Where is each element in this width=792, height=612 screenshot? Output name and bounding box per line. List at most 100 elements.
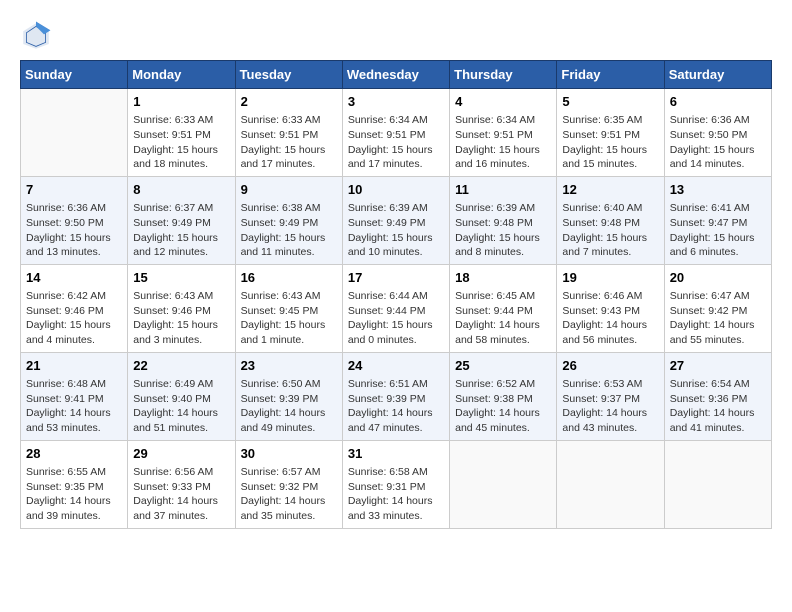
day-info: Sunrise: 6:43 AM Sunset: 9:46 PM Dayligh… <box>133 289 229 348</box>
day-number: 5 <box>562 93 658 111</box>
day-number: 13 <box>670 181 766 199</box>
calendar-table: SundayMondayTuesdayWednesdayThursdayFrid… <box>20 60 772 529</box>
day-number: 24 <box>348 357 444 375</box>
day-info: Sunrise: 6:34 AM Sunset: 9:51 PM Dayligh… <box>348 113 444 172</box>
calendar-cell: 9Sunrise: 6:38 AM Sunset: 9:49 PM Daylig… <box>235 176 342 264</box>
day-info: Sunrise: 6:40 AM Sunset: 9:48 PM Dayligh… <box>562 201 658 260</box>
calendar-cell: 27 Sunrise: 6:54 AM Sunset: 9:36 PM Dayli… <box>664 352 771 440</box>
calendar-header-friday: Friday <box>557 61 664 89</box>
calendar-week-2: 7 Sunrise: 6:36 AM Sunset: 9:50 PM Daylig… <box>21 176 772 264</box>
day-number: 16 <box>241 269 337 287</box>
calendar-week-4: 21 Sunrise: 6:48 AM Sunset: 9:41 PM Dayli… <box>21 352 772 440</box>
calendar-header-row: SundayMondayTuesdayWednesdayThursdayFrid… <box>21 61 772 89</box>
day-info: Sunrise: 6:58 AM Sunset: 9:31 PM Dayligh… <box>348 465 444 524</box>
calendar-cell: 10Sunrise: 6:39 AM Sunset: 9:49 PM Dayli… <box>342 176 449 264</box>
calendar-header-thursday: Thursday <box>450 61 557 89</box>
day-number: 19 <box>562 269 658 287</box>
day-number: 21 <box>26 357 122 375</box>
day-number: 27 <box>670 357 766 375</box>
calendar-cell: 13 Sunrise: 6:41 AM Sunset: 9:47 PM Dayli… <box>664 176 771 264</box>
page-header <box>20 20 772 52</box>
day-number: 14 <box>26 269 122 287</box>
day-info: Sunrise: 6:52 AM Sunset: 9:38 PM Dayligh… <box>455 377 551 436</box>
day-info: Sunrise: 6:55 AM Sunset: 9:35 PM Dayligh… <box>26 465 122 524</box>
day-info: Sunrise: 6:56 AM Sunset: 9:33 PM Dayligh… <box>133 465 229 524</box>
calendar-cell: 22 Sunrise: 6:49 AM Sunset: 9:40 PM Dayli… <box>128 352 235 440</box>
day-info: Sunrise: 6:36 AM Sunset: 9:50 PM Dayligh… <box>26 201 122 260</box>
day-number: 26 <box>562 357 658 375</box>
calendar-cell: 11 Sunrise: 6:39 AM Sunset: 9:48 PM Dayli… <box>450 176 557 264</box>
day-info: Sunrise: 6:42 AM Sunset: 9:46 PM Dayligh… <box>26 289 122 348</box>
day-number: 23 <box>241 357 337 375</box>
day-info: Sunrise: 6:47 AM Sunset: 9:42 PM Dayligh… <box>670 289 766 348</box>
day-number: 4 <box>455 93 551 111</box>
logo <box>20 20 56 52</box>
calendar-cell: 8Sunrise: 6:37 AM Sunset: 9:49 PM Daylig… <box>128 176 235 264</box>
day-number: 3 <box>348 93 444 111</box>
day-info: Sunrise: 6:57 AM Sunset: 9:32 PM Dayligh… <box>241 465 337 524</box>
day-number: 25 <box>455 357 551 375</box>
day-info: Sunrise: 6:34 AM Sunset: 9:51 PM Dayligh… <box>455 113 551 172</box>
day-number: 15 <box>133 269 229 287</box>
day-info: Sunrise: 6:43 AM Sunset: 9:45 PM Dayligh… <box>241 289 337 348</box>
day-number: 28 <box>26 445 122 463</box>
calendar-cell: 15 Sunrise: 6:43 AM Sunset: 9:46 PM Dayli… <box>128 264 235 352</box>
calendar-cell: 1 Sunrise: 6:33 AM Sunset: 9:51 PM Daylig… <box>128 89 235 177</box>
calendar-cell: 18Sunrise: 6:45 AM Sunset: 9:44 PM Dayli… <box>450 264 557 352</box>
day-info: Sunrise: 6:46 AM Sunset: 9:43 PM Dayligh… <box>562 289 658 348</box>
calendar-cell <box>21 89 128 177</box>
day-info: Sunrise: 6:36 AM Sunset: 9:50 PM Dayligh… <box>670 113 766 172</box>
calendar-cell: 3 Sunrise: 6:34 AM Sunset: 9:51 PM Daylig… <box>342 89 449 177</box>
day-number: 12 <box>562 181 658 199</box>
calendar-week-5: 28 Sunrise: 6:55 AM Sunset: 9:35 PM Dayli… <box>21 440 772 528</box>
calendar-cell: 29 Sunrise: 6:56 AM Sunset: 9:33 PM Dayli… <box>128 440 235 528</box>
day-number: 29 <box>133 445 229 463</box>
calendar-cell: 7 Sunrise: 6:36 AM Sunset: 9:50 PM Daylig… <box>21 176 128 264</box>
calendar-cell: 6Sunrise: 6:36 AM Sunset: 9:50 PM Daylig… <box>664 89 771 177</box>
calendar-cell: 17 Sunrise: 6:44 AM Sunset: 9:44 PM Dayli… <box>342 264 449 352</box>
calendar-cell <box>664 440 771 528</box>
day-info: Sunrise: 6:45 AM Sunset: 9:44 PM Dayligh… <box>455 289 551 348</box>
calendar-header-sunday: Sunday <box>21 61 128 89</box>
calendar-cell: 19 Sunrise: 6:46 AM Sunset: 9:43 PM Dayli… <box>557 264 664 352</box>
day-info: Sunrise: 6:37 AM Sunset: 9:49 PM Dayligh… <box>133 201 229 260</box>
day-info: Sunrise: 6:50 AM Sunset: 9:39 PM Dayligh… <box>241 377 337 436</box>
calendar-cell: 31 Sunrise: 6:58 AM Sunset: 9:31 PM Dayli… <box>342 440 449 528</box>
day-number: 10 <box>348 181 444 199</box>
day-number: 31 <box>348 445 444 463</box>
day-info: Sunrise: 6:33 AM Sunset: 9:51 PM Dayligh… <box>133 113 229 172</box>
day-info: Sunrise: 6:39 AM Sunset: 9:48 PM Dayligh… <box>455 201 551 260</box>
day-info: Sunrise: 6:49 AM Sunset: 9:40 PM Dayligh… <box>133 377 229 436</box>
day-info: Sunrise: 6:41 AM Sunset: 9:47 PM Dayligh… <box>670 201 766 260</box>
calendar-cell: 23 Sunrise: 6:50 AM Sunset: 9:39 PM Dayli… <box>235 352 342 440</box>
calendar-week-1: 1 Sunrise: 6:33 AM Sunset: 9:51 PM Daylig… <box>21 89 772 177</box>
calendar-header-wednesday: Wednesday <box>342 61 449 89</box>
calendar-cell: 14 Sunrise: 6:42 AM Sunset: 9:46 PM Dayli… <box>21 264 128 352</box>
day-info: Sunrise: 6:44 AM Sunset: 9:44 PM Dayligh… <box>348 289 444 348</box>
calendar-week-3: 14 Sunrise: 6:42 AM Sunset: 9:46 PM Dayli… <box>21 264 772 352</box>
calendar-cell: 4 Sunrise: 6:34 AM Sunset: 9:51 PM Daylig… <box>450 89 557 177</box>
day-number: 20 <box>670 269 766 287</box>
calendar-cell: 28 Sunrise: 6:55 AM Sunset: 9:35 PM Dayli… <box>21 440 128 528</box>
day-number: 22 <box>133 357 229 375</box>
day-number: 11 <box>455 181 551 199</box>
calendar-cell <box>450 440 557 528</box>
calendar-cell: 2Sunrise: 6:33 AM Sunset: 9:51 PM Daylig… <box>235 89 342 177</box>
day-info: Sunrise: 6:38 AM Sunset: 9:49 PM Dayligh… <box>241 201 337 260</box>
day-info: Sunrise: 6:54 AM Sunset: 9:36 PM Dayligh… <box>670 377 766 436</box>
calendar-cell <box>557 440 664 528</box>
day-info: Sunrise: 6:51 AM Sunset: 9:39 PM Dayligh… <box>348 377 444 436</box>
day-number: 17 <box>348 269 444 287</box>
calendar-header-monday: Monday <box>128 61 235 89</box>
day-info: Sunrise: 6:35 AM Sunset: 9:51 PM Dayligh… <box>562 113 658 172</box>
logo-icon <box>20 20 52 52</box>
day-info: Sunrise: 6:53 AM Sunset: 9:37 PM Dayligh… <box>562 377 658 436</box>
calendar-header-saturday: Saturday <box>664 61 771 89</box>
day-number: 7 <box>26 181 122 199</box>
calendar-cell: 12 Sunrise: 6:40 AM Sunset: 9:48 PM Dayli… <box>557 176 664 264</box>
day-number: 1 <box>133 93 229 111</box>
calendar-cell: 20 Sunrise: 6:47 AM Sunset: 9:42 PM Dayli… <box>664 264 771 352</box>
day-number: 30 <box>241 445 337 463</box>
day-info: Sunrise: 6:48 AM Sunset: 9:41 PM Dayligh… <box>26 377 122 436</box>
calendar-cell: 30 Sunrise: 6:57 AM Sunset: 9:32 PM Dayli… <box>235 440 342 528</box>
